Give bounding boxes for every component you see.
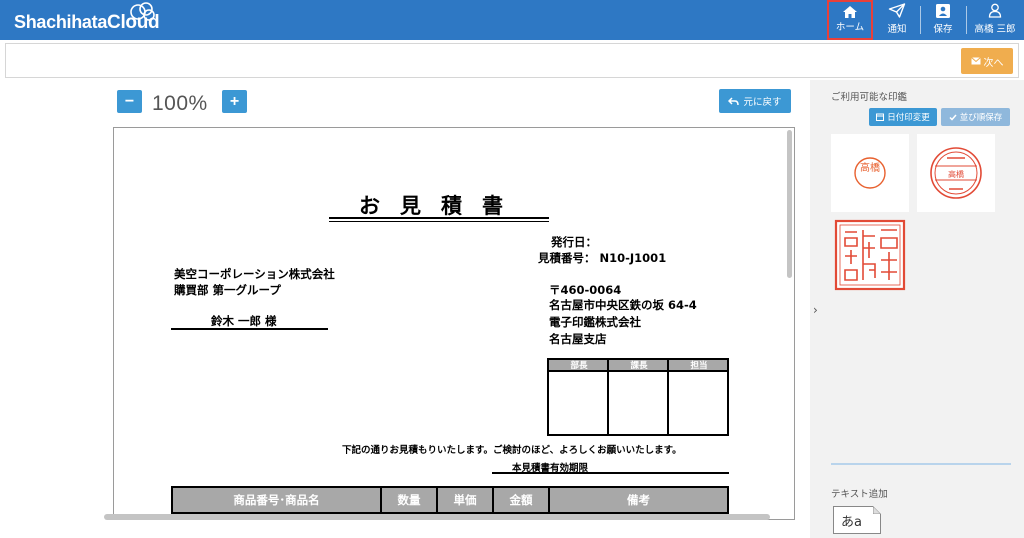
title-underline: [329, 217, 549, 219]
zoom-level: 100%: [152, 92, 208, 115]
zoom-out-button[interactable]: −: [117, 90, 142, 113]
validity-underline: [492, 472, 729, 474]
stamp-option-round-name[interactable]: 高橋: [831, 134, 909, 212]
add-text-button[interactable]: あa: [833, 506, 881, 534]
issue-date-label: 発行日：: [551, 235, 597, 249]
company-seal-stamp: [834, 219, 906, 291]
calendar-icon: [876, 113, 885, 121]
date-stamp-change-label: 日付印変更: [887, 113, 930, 123]
top-navbar: ShachihataCloud ホーム 通知 保存 高橋 三郎: [0, 0, 1024, 40]
nav-save-label: 保存: [933, 24, 953, 35]
col-product: 商品番号･商品名: [233, 493, 320, 507]
nav-home-button[interactable]: ホーム: [827, 0, 873, 40]
client-underline: [171, 328, 328, 330]
issuer-company: 電子印鑑株式会社: [549, 315, 641, 329]
approval-stamp-table: 部長 課長 担当: [547, 358, 729, 436]
date-stamp-change-button[interactable]: 日付印変更: [869, 108, 937, 126]
add-text-glyph: あa: [841, 514, 862, 530]
title-underline: [329, 221, 549, 222]
client-department: 購買部 第一グループ: [174, 283, 281, 297]
stamp-option-date-seal[interactable]: 高橋: [917, 134, 995, 212]
stamp-text: 高橋: [860, 161, 880, 174]
col-amount: 金額: [509, 493, 533, 507]
undo-label: 元に戻す: [743, 97, 782, 108]
nav-divider: [966, 6, 967, 34]
client-person: 鈴木 一郎 様: [211, 314, 277, 328]
approval-header-staff: 担当: [690, 361, 708, 371]
save-order-label: 並び順保存: [959, 113, 1003, 123]
client-company: 美空コーポレーション株式会社: [174, 267, 335, 281]
stamp-text: 高橋: [948, 169, 964, 179]
user-icon: [988, 3, 1002, 18]
undo-icon: [728, 96, 740, 105]
logo-text: Shachihata: [14, 12, 108, 32]
nav-notify-label: 通知: [887, 24, 907, 35]
items-table-header: 商品番号･商品名 数量 単価 金額 備考: [171, 486, 729, 514]
nav-save-button[interactable]: 保存: [928, 0, 958, 40]
date-seal-stamp: 高橋: [930, 147, 982, 199]
document-viewer[interactable]: お見積書 発行日： 見積番号： N10-J1001 美空コーポレーション株式会社…: [113, 127, 795, 520]
check-icon: [949, 114, 957, 121]
col-quantity: 数量: [397, 493, 421, 507]
next-label: 次へ: [983, 57, 1004, 69]
nav-home-label: ホーム: [835, 22, 865, 33]
issuer-branch: 名古屋支店: [549, 332, 607, 346]
stamps-label: ご利用可能な印鑑: [831, 92, 908, 103]
company-address: 名古屋市中央区鉄の坂 64-4: [549, 298, 697, 312]
panel-collapse-chevron-icon[interactable]: ›: [813, 303, 818, 317]
document-title: お見積書: [359, 194, 523, 218]
cloud-logo-icon: [130, 2, 155, 21]
approval-column-divider: [607, 360, 609, 434]
nav-user-button[interactable]: 高橋 三郎: [970, 0, 1020, 40]
approval-header-section-chief: 課長: [630, 361, 648, 371]
approval-column-divider: [667, 360, 669, 434]
col-unit-price: 単価: [453, 493, 477, 507]
quote-message: 下記の通りお見積もりいたします。ご検討のほど、よろしくお願いいたします。: [342, 445, 682, 456]
nav-user-label: 高橋 三郎: [974, 24, 1016, 35]
postal-code: 〒460-0064: [549, 283, 622, 297]
save-icon: [936, 4, 950, 18]
zoom-in-button[interactable]: +: [222, 90, 247, 113]
approval-header-manager: 部長: [570, 361, 588, 371]
nav-notify-button[interactable]: 通知: [880, 0, 914, 40]
paper-plane-icon: [888, 3, 906, 18]
action-toolbar: 次へ: [5, 43, 1019, 78]
nav-divider: [920, 6, 921, 34]
home-icon: [843, 6, 857, 18]
text-add-label: テキスト追加: [831, 489, 888, 500]
col-remarks: 備考: [627, 493, 650, 507]
vertical-scrollbar[interactable]: [787, 130, 792, 278]
undo-button[interactable]: 元に戻す: [719, 89, 791, 113]
stamp-option-company-seal[interactable]: [831, 216, 909, 294]
round-name-stamp: 高橋: [854, 157, 886, 189]
page-fold-icon: [873, 506, 881, 514]
horizontal-scrollbar[interactable]: [104, 514, 770, 520]
panel-divider: [831, 463, 1011, 465]
save-order-button[interactable]: 並び順保存: [941, 108, 1010, 126]
envelope-icon: [970, 57, 981, 65]
quote-number: 見積番号： N10-J1001: [538, 251, 667, 265]
next-button[interactable]: 次へ: [961, 48, 1013, 74]
